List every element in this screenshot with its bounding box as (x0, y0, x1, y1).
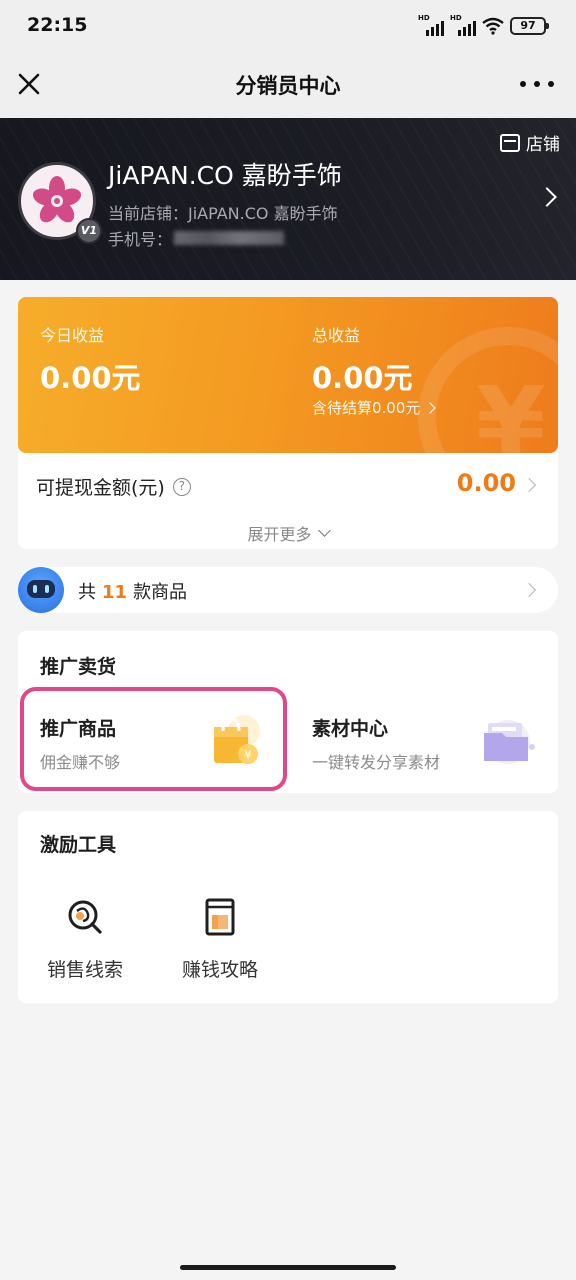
sales-leads-tool[interactable]: 销售线索 (30, 897, 140, 982)
status-time: 22:15 (27, 14, 88, 36)
sales-leads-label: 销售线索 (46, 959, 123, 981)
total-earnings-label: 总收益 (312, 326, 361, 345)
chevron-right-icon (521, 582, 537, 598)
shopping-bag-icon: ¥ (214, 715, 260, 764)
promote-sales-card: 推广卖货 推广商品 佣金赚不够 ¥ 素材中心 一键转发分享素材 (18, 631, 558, 793)
product-count-suffix: 款商品 (133, 582, 188, 603)
expand-more-button[interactable]: 展开更多 (18, 521, 558, 545)
incentive-tools-card: 激励工具 销售线索 赚钱攻略 (18, 811, 558, 1003)
level-badge: V1 (76, 218, 102, 244)
phone-value-blurred (174, 231, 285, 245)
avatar[interactable]: V1 (18, 162, 102, 244)
wifi-icon (482, 17, 504, 35)
coin-decoration (418, 327, 558, 453)
withdrawable-amount[interactable]: 0.00 (457, 469, 516, 497)
product-count-number: 11 (102, 582, 128, 603)
svg-text:¥: ¥ (244, 748, 252, 762)
expand-more-label: 展开更多 (247, 525, 312, 544)
product-count-prefix: 共 (78, 582, 96, 603)
today-earnings-value: 0.00元 (40, 361, 141, 395)
dot-icon (534, 81, 540, 87)
current-store: 当前店铺：JiAPAN.CO 嘉盼手饰 (108, 204, 338, 223)
more-options-button[interactable] (520, 69, 554, 99)
material-center-subtitle: 一键转发分享素材 (312, 753, 441, 772)
home-indicator[interactable] (180, 1265, 396, 1270)
material-center-title[interactable]: 素材中心 (312, 714, 388, 741)
earning-guide-label: 赚钱攻略 (181, 959, 258, 981)
chevron-down-icon (317, 523, 331, 537)
promote-products-title: 推广商品 (40, 718, 117, 740)
store-name: JiAPAN.CO 嘉盼手饰 (108, 161, 342, 190)
promote-products-subtitle: 佣金赚不够 (40, 753, 121, 772)
phone-label: 手机号： (108, 230, 173, 249)
robot-icon (18, 567, 64, 613)
help-icon[interactable]: ? (172, 477, 191, 496)
total-earnings-value: 0.00元 (312, 361, 413, 395)
title-bar: 分销员中心 (0, 56, 576, 118)
chevron-right-icon (537, 187, 557, 207)
pending-settlement-link[interactable]: 含待结算0.00元 (312, 397, 437, 418)
phone-number: 手机号： (108, 226, 285, 250)
section-title-tools: 激励工具 (40, 834, 117, 856)
chevron-right-icon (424, 401, 437, 414)
today-earnings-label: 今日收益 (40, 326, 105, 345)
signal-icon: HD (418, 14, 444, 36)
withdrawable-label: 可提现金额(元) ? (36, 473, 191, 500)
dot-icon (548, 81, 554, 87)
withdraw-card: 可提现金额(元) ? 0.00 展开更多 (18, 453, 558, 549)
guide-book-icon (205, 898, 235, 936)
withdrawable-label-text: 可提现金额(元) (36, 477, 165, 499)
profile-banner[interactable]: 店铺 V1 JiAPAN.CO 嘉盼手饰 当前店铺：JiAPAN.CO 嘉盼手饰… (0, 118, 576, 280)
sakura-logo-icon (32, 176, 82, 223)
status-bar: 22:15 HD HD 97 (0, 0, 576, 56)
product-count-text: 共 11 款商品 (78, 578, 187, 604)
dot-icon (520, 81, 526, 87)
shop-link[interactable]: 店铺 (500, 130, 560, 155)
status-icons: HD HD 97 (418, 14, 549, 36)
store-icon (500, 133, 520, 152)
battery-icon: 97 (510, 17, 549, 35)
shop-link-label: 店铺 (526, 135, 560, 155)
signal-icon: HD (450, 14, 476, 36)
earnings-card: 今日收益 0.00元 总收益 0.00元 含待结算0.00元 (18, 297, 558, 453)
product-count-row[interactable]: 共 11 款商品 (18, 567, 558, 613)
earning-guide-tool[interactable]: 赚钱攻略 (165, 897, 275, 982)
chevron-right-icon (521, 477, 537, 493)
section-title-promote: 推广卖货 (40, 656, 117, 678)
page-title: 分销员中心 (235, 74, 341, 98)
sales-leads-icon (68, 900, 102, 934)
pending-settlement-text: 含待结算0.00元 (312, 399, 421, 417)
folder-icon (484, 720, 535, 764)
